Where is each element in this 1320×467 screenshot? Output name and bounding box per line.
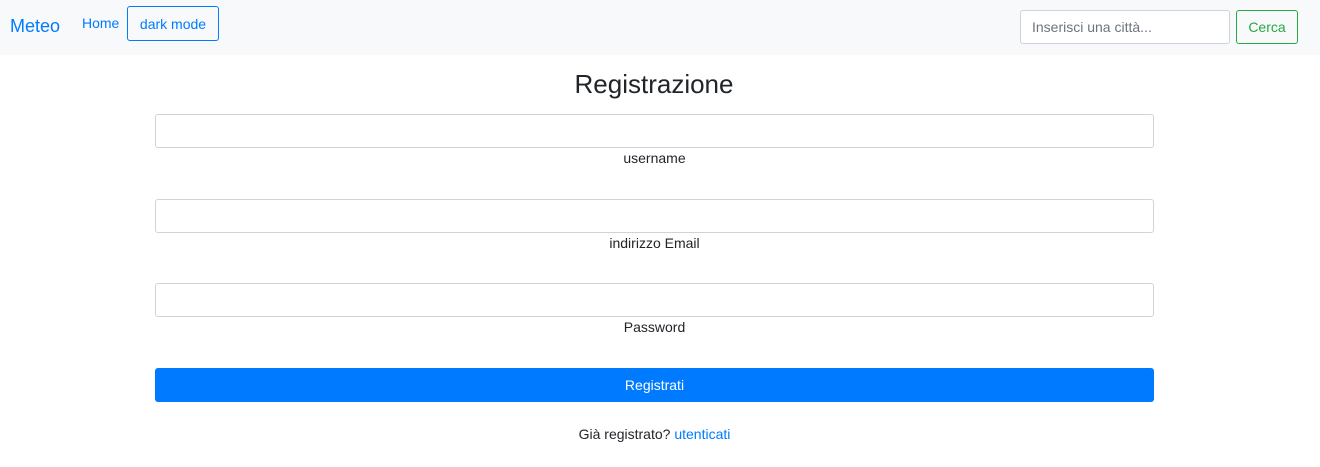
navbar: Meteo Home dark mode Cerca <box>0 0 1320 55</box>
register-button[interactable]: Registrati <box>155 368 1154 402</box>
page-title: Registrazione <box>574 69 734 99</box>
username-field[interactable] <box>155 114 1154 148</box>
login-prompt-line: Già registrato? utenticati <box>155 426 1154 443</box>
city-search-input[interactable] <box>1020 10 1230 44</box>
login-link[interactable]: utenticati <box>674 426 730 442</box>
email-field[interactable] <box>155 199 1154 233</box>
password-field[interactable] <box>155 283 1154 317</box>
nav-home-link[interactable]: Home <box>82 15 119 32</box>
username-label: username <box>623 150 686 166</box>
brand-link[interactable]: Meteo <box>10 15 60 37</box>
login-prompt-text: Già registrato? <box>578 426 671 442</box>
email-label: indirizzo Email <box>609 235 700 251</box>
search-button[interactable]: Cerca <box>1236 10 1298 44</box>
password-label: Password <box>623 319 686 335</box>
dark-mode-button[interactable]: dark mode <box>127 6 219 41</box>
